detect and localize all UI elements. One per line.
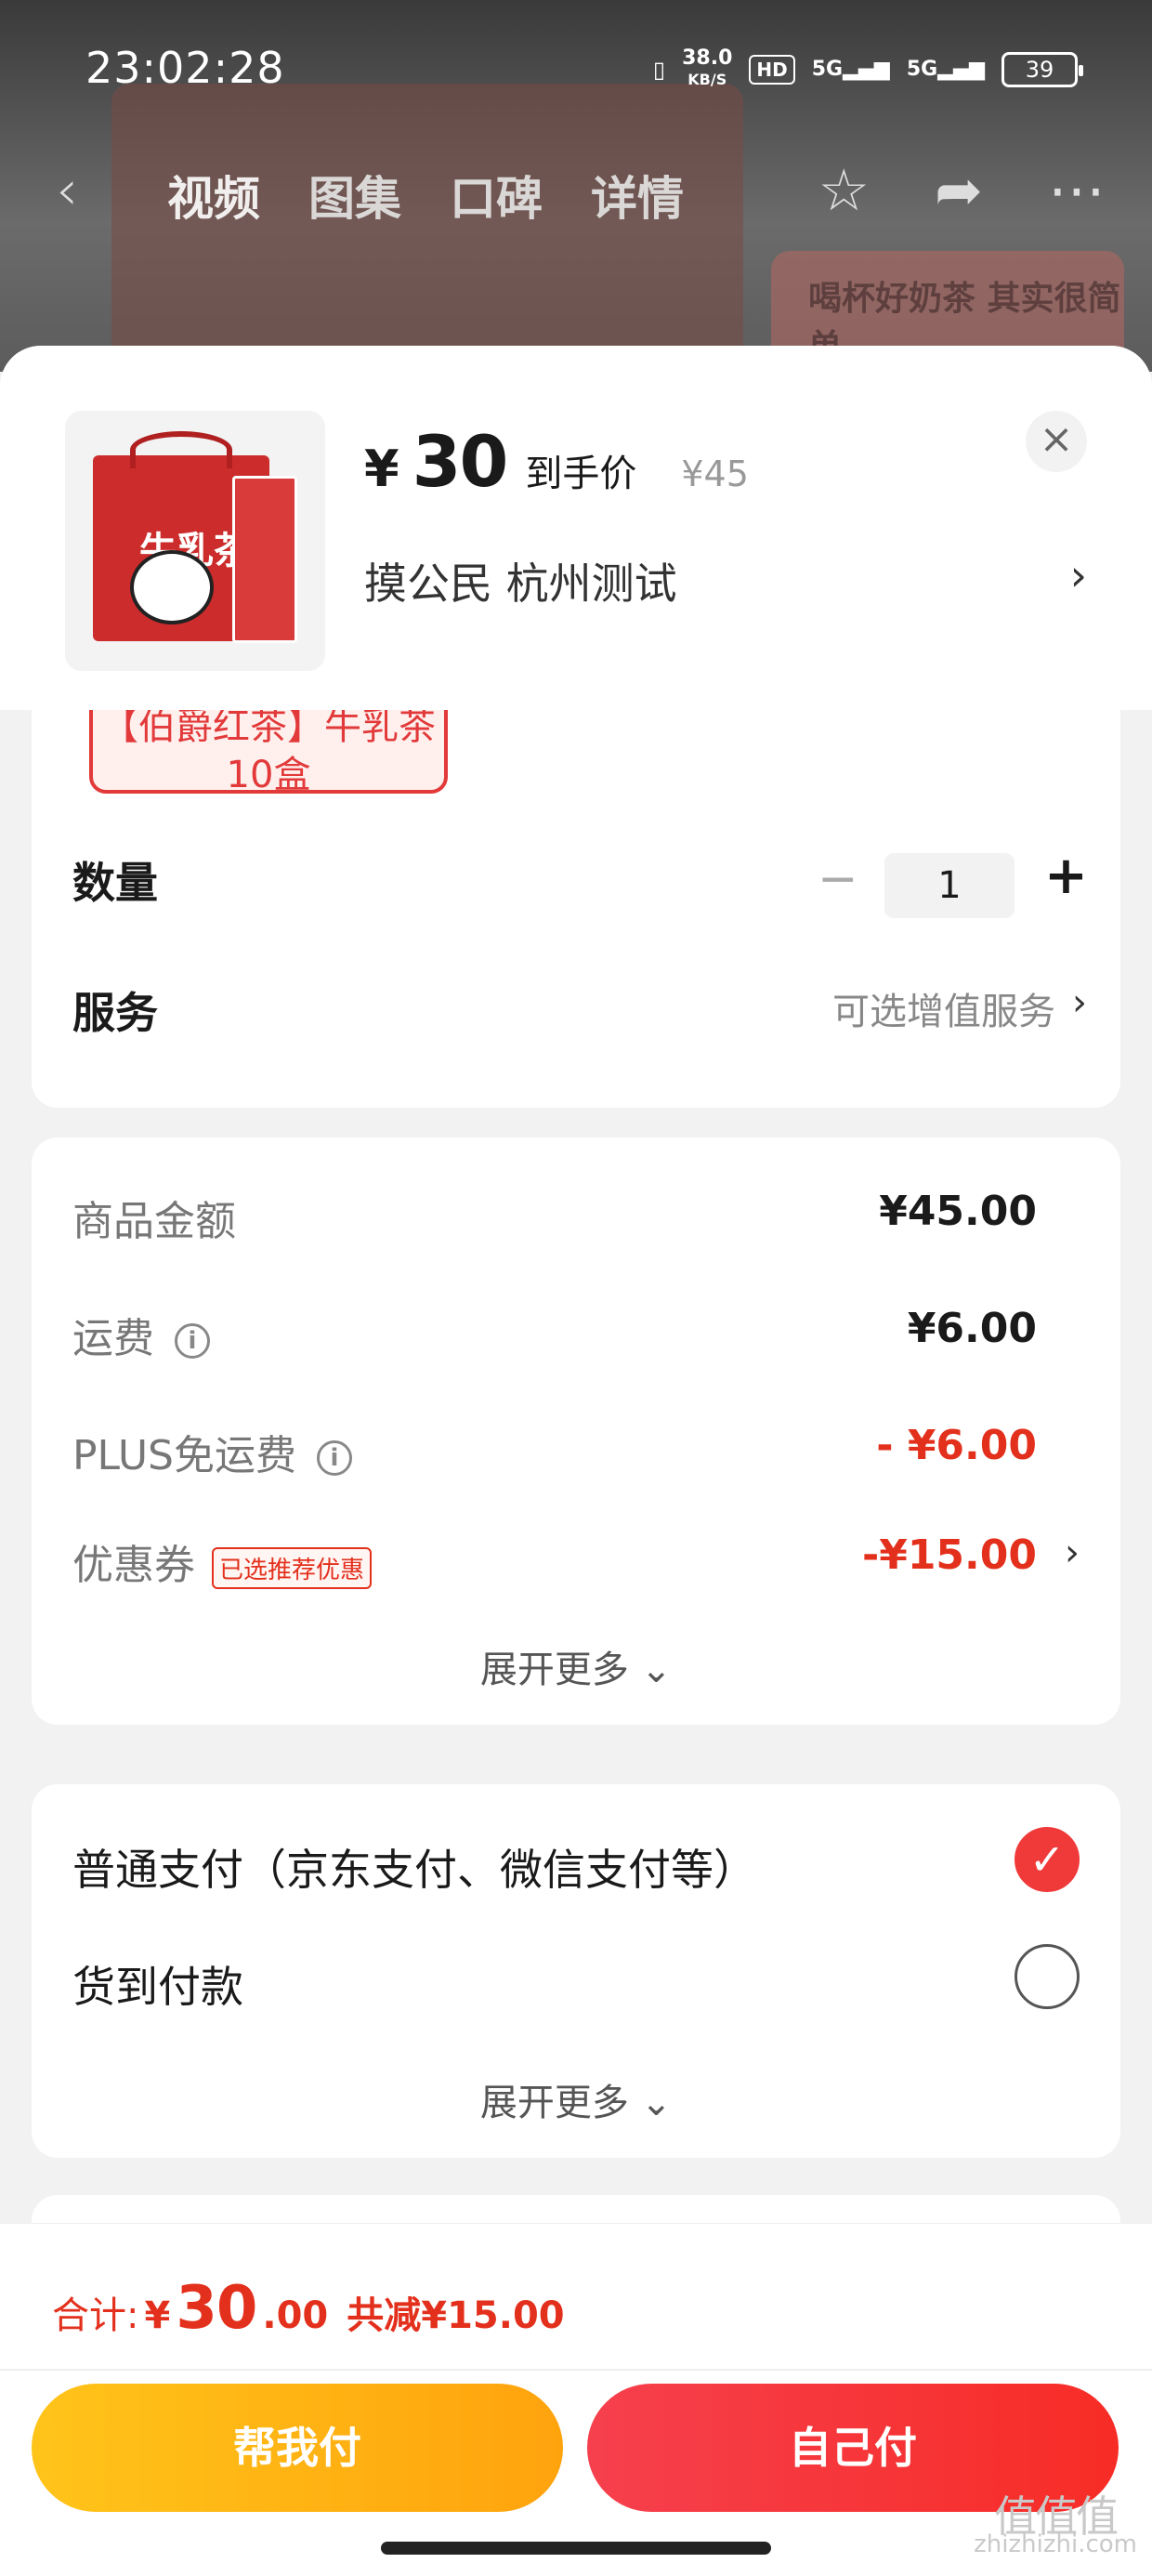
top-nav: ‹ 视频 图集 口碑 详情 ☆ ➦ ⋯ [0,149,1152,232]
total-decimal: .00 [262,2294,329,2337]
plus-free-shipping-value: - ¥6.00 [876,1422,1037,1469]
tab-gallery[interactable]: 图集 [308,162,401,229]
price-row: ¥ 30 到手价 ¥45 [364,420,749,503]
payment-option-cod[interactable]: 货到付款 [72,1944,1080,2015]
plus-label-wrap: PLUS免运费 i [72,1422,352,1481]
site-watermark: 值值值 zhizhizhi.com [974,2491,1137,2558]
quantity-plus-button[interactable]: + [1044,846,1088,906]
info-icon[interactable]: i [317,1440,352,1476]
total-savings: 共减¥15.00 [347,2294,565,2337]
divider [0,2369,1152,2371]
status-icons: ▯ 38.0 KB/S HD 5G▂▄▆ 5G▂▄▆ 39 [652,48,1083,90]
goods-amount-value: ¥45.00 [879,1188,1037,1235]
watermark-site: zhizhizhi.com [974,2530,1137,2558]
goods-amount-label: 商品金额 [72,1198,236,1245]
expand-more-payments[interactable]: 展开更多 ⌄ [32,2072,1120,2126]
panda-illustration [130,550,214,624]
checkout-bar: 合计: ¥30.00 共减¥15.00 帮我付 自己付 值值值 zhizhizh… [0,2223,1152,2576]
plus-free-shipping-row: PLUS免运费 i - ¥6.00 [72,1422,1080,1496]
shipping-label-wrap: 运费 i [72,1305,210,1364]
close-button[interactable]: × [1026,411,1087,472]
home-indicator[interactable] [381,2542,771,2555]
product-thumbnail: 牛乳茶 [65,411,325,671]
network-speed-unit: KB/S [687,71,727,88]
original-price: ¥45 [681,453,749,494]
battery-icon: 39 [1001,51,1083,87]
product-box-handle [130,431,232,468]
status-bar: 23:02:28 ▯ 38.0 KB/S HD 5G▂▄▆ 5G▂▄▆ 39 [0,0,1152,130]
star-icon[interactable]: ☆ [818,156,870,224]
nav-tabs: 视频 图集 口碑 详情 [167,162,684,229]
coupon-value: -¥15.00 [861,1531,1037,1579]
quantity-label: 数量 [72,858,158,908]
service-hint[interactable]: 可选增值服务 [832,981,1055,1035]
spec-option-selected[interactable]: 【伯爵红茶】牛乳茶10盒 [89,710,448,796]
shipping-label: 运费 [72,1315,154,1362]
payment-option-cod-label: 货到付款 [72,1962,243,2012]
info-icon[interactable]: i [175,1323,210,1359]
price-symbol: ¥ [364,440,399,498]
nav-actions: ☆ ➦ ⋯ [818,156,1106,224]
quantity-minus-button[interactable]: − [818,851,858,907]
vibrate-icon: ▯ [652,56,666,83]
network-speed-value: 38.0 [682,46,733,70]
price-tag: 到手价 [525,453,637,495]
expand-more-fees[interactable]: 展开更多 ⌄ [32,1639,1120,1693]
signal-1-label: 5G [811,58,844,81]
shipping-value: ¥6.00 [907,1305,1037,1352]
coupon-row[interactable]: 优惠券 已选推荐优惠 -¥15.00 › [72,1531,1080,1606]
signal-2-label: 5G [906,58,938,81]
total-label: 合计: [52,2294,139,2337]
delivery-address[interactable]: 摸公民 杭州测试 [364,550,677,611]
total-amount: 30 [176,2274,257,2343]
price-breakdown-card: 商品金额 ¥45.00 运费 i ¥6.00 PLUS免运费 i - ¥6.00 优… [32,1137,1120,1725]
quantity-input[interactable]: 1 [884,853,1015,918]
address-chevron-icon[interactable]: › [1070,550,1087,600]
status-time: 23:02:28 [85,43,285,93]
coupon-label: 优惠券 [72,1542,195,1589]
shipping-row: 运费 i ¥6.00 [72,1305,1080,1379]
final-price: 30 [412,420,509,503]
radio-checked-icon[interactable]: ✓ [1015,1827,1080,1892]
coupon-chevron-icon[interactable]: › [1065,1531,1080,1574]
signal-icon-2: 5G▂▄▆ [906,58,985,81]
help-pay-button[interactable]: 帮我付 [32,2384,563,2512]
product-carton-image [232,476,297,643]
sheet-header: 牛乳茶 ¥ 30 到手价 ¥45 摸公民 杭州测试 › × [0,346,1152,710]
tab-video[interactable]: 视频 [167,162,260,229]
watermark-logo: 值值值 [994,2491,1119,2542]
payment-method-card: 普通支付（京东支付、微信支付等） ✓ 货到付款 展开更多 ⌄ [32,1784,1120,2158]
radio-unchecked-icon[interactable] [1015,1944,1080,2009]
plus-free-shipping-label: PLUS免运费 [72,1432,296,1479]
service-chevron-icon[interactable]: › [1072,981,1087,1024]
payment-option-online[interactable]: 普通支付（京东支付、微信支付等） ✓ [72,1827,1080,1898]
service-label: 服务 [72,988,158,1038]
goods-amount-row: 商品金额 ¥45.00 [72,1188,1080,1262]
payment-option-online-label: 普通支付（京东支付、微信支付等） [72,1845,756,1895]
coupon-label-wrap: 优惠券 已选推荐优惠 [72,1531,373,1591]
tab-reviews[interactable]: 口碑 [450,162,543,229]
network-speed: 38.0 KB/S [682,48,732,90]
back-icon[interactable]: ‹ [56,158,78,223]
more-icon[interactable]: ⋯ [1048,156,1106,224]
tab-details[interactable]: 详情 [591,162,684,229]
signal-icon-1: 5G▂▄▆ [811,58,890,81]
total-line: 合计: ¥30.00 共减¥15.00 [52,2274,565,2343]
spec-quantity-card: 【伯爵红茶】牛乳茶10盒 数量 − 1 + 服务 可选增值服务 › [32,710,1120,1108]
share-icon[interactable]: ➦ [935,156,983,224]
coupon-badge: 已选推荐优惠 [212,1546,373,1589]
hd-badge: HD [749,54,795,85]
total-symbol: ¥ [144,2294,171,2337]
